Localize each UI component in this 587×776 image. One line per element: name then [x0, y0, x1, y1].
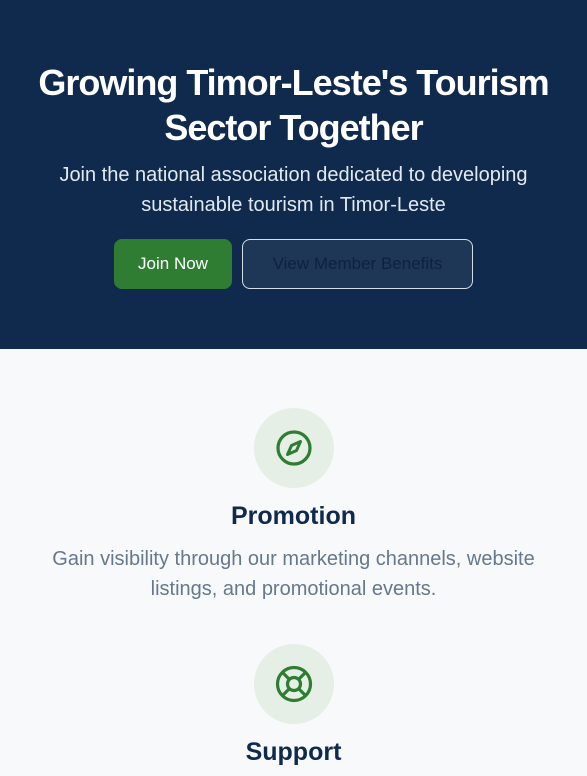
join-now-button[interactable]: Join Now: [114, 239, 232, 289]
hero-title-line-1: Growing Timor-Leste's Tourism: [38, 62, 549, 103]
feature-promotion: Promotion Gain visibility through our ma…: [0, 408, 587, 604]
feature-title: Support: [245, 738, 342, 766]
promotion-icon-badge: [253, 408, 334, 488]
feature-description-line-2: listings, and promotional events.: [150, 578, 437, 600]
support-icon-badge: [253, 644, 334, 724]
cta-row: Join Now View Member Benefits: [0, 239, 587, 289]
lifebuoy-icon: [275, 665, 312, 703]
hero-subtitle-line-2: sustainable tourism in Timor-Leste: [141, 194, 446, 216]
hero-title-line-2: Sector Together: [164, 107, 423, 148]
feature-support: Support: [0, 644, 587, 768]
compass-icon: [275, 430, 312, 466]
feature-title: Promotion: [231, 502, 356, 530]
hero-title: Growing Timor-Leste's Tourism Sector Tog…: [0, 60, 587, 150]
feature-description-line-1: Gain visibility through our marketing ch…: [52, 548, 535, 570]
feature-description: Gain visibility through our marketing ch…: [0, 544, 587, 604]
hero-section: Growing Timor-Leste's Tourism Sector Tog…: [0, 0, 587, 349]
features-section: Promotion Gain visibility through our ma…: [0, 349, 587, 776]
hero-subtitle-line-1: Join the national association dedicated …: [59, 164, 528, 186]
view-member-benefits-button[interactable]: View Member Benefits: [242, 239, 473, 289]
hero-subtitle: Join the national association dedicated …: [0, 160, 587, 220]
